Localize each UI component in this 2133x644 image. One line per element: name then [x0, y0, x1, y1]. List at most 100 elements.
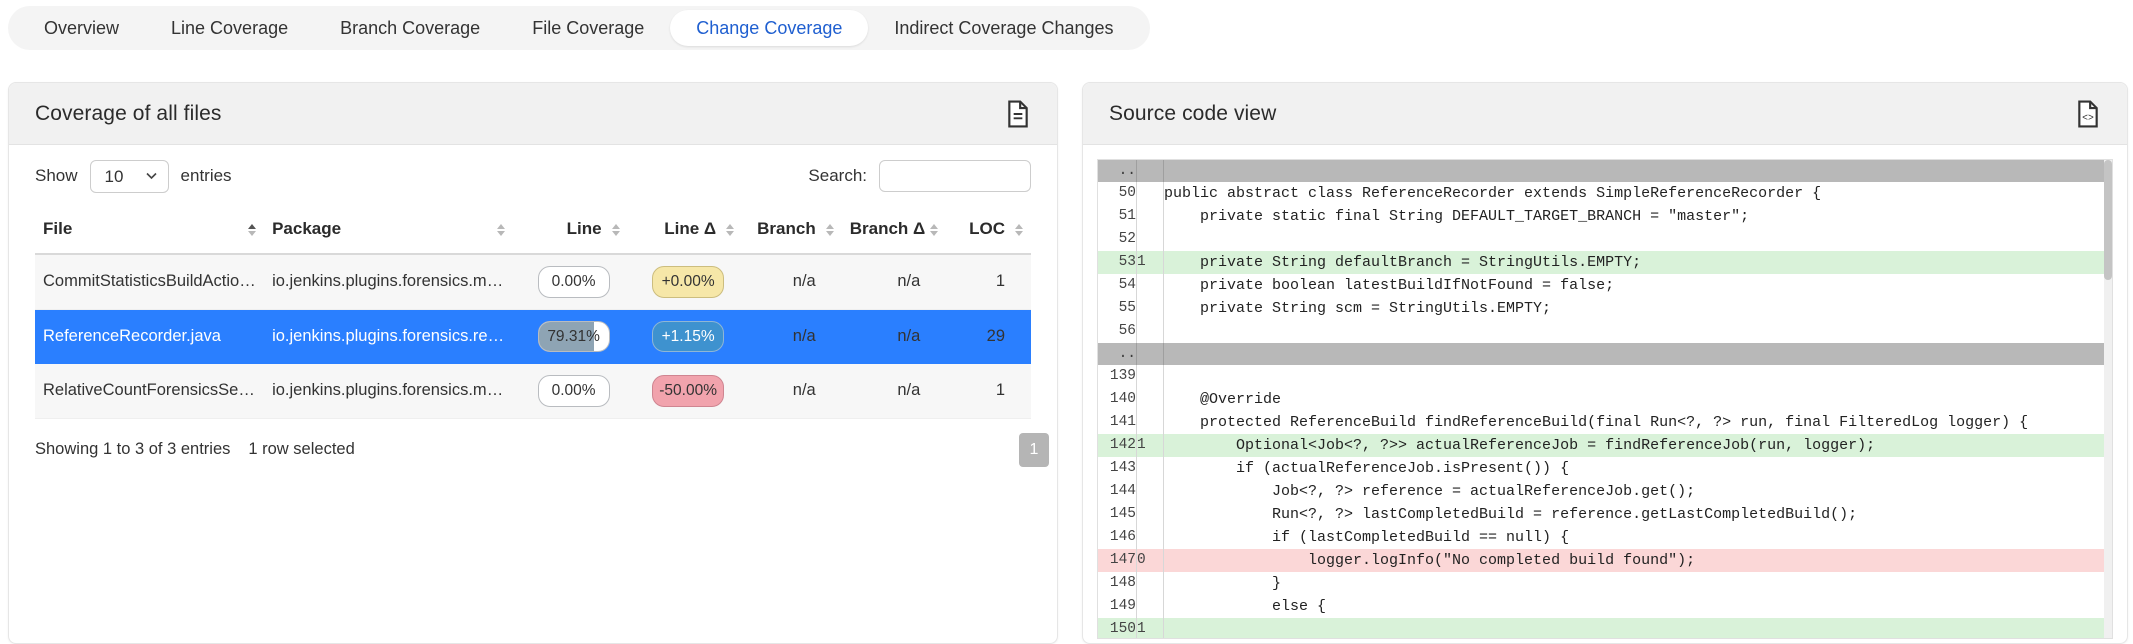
tab-file-coverage[interactable]: File Coverage: [506, 10, 670, 46]
code-line-source: private static final String DEFAULT_TARG…: [1164, 205, 2113, 228]
code-line-hits: [1137, 160, 1164, 182]
line-coverage-value: 79.31%: [547, 328, 600, 345]
line-coverage-pill: 79.31%: [538, 321, 610, 353]
tab-branch-coverage[interactable]: Branch Coverage: [314, 10, 506, 46]
entries-info: Showing 1 to 3 of 3 entries: [35, 440, 230, 459]
source-code-scrollbar[interactable]: [2104, 160, 2112, 638]
code-line-hits: [1137, 595, 1164, 618]
code-line-row: 144 Job<?, ?> reference = actualReferenc…: [1098, 480, 2112, 503]
line-delta-pill: +0.00%: [652, 266, 724, 298]
column-header-loc[interactable]: LOC: [946, 207, 1031, 254]
cell-line-delta: +1.15%: [628, 309, 743, 364]
code-line-hits: [1137, 343, 1164, 365]
table-row[interactable]: CommitStatisticsBuildAction.javaio.jenki…: [35, 254, 1031, 309]
code-line-number: 139: [1098, 365, 1137, 388]
table-row[interactable]: ReferenceRecorder.javaio.jenkins.plugins…: [35, 309, 1031, 364]
code-line-hits: 1: [1137, 618, 1164, 639]
code-line-number: 146: [1098, 526, 1137, 549]
code-line-hits: [1137, 480, 1164, 503]
cell-line-delta: +0.00%: [628, 254, 743, 309]
code-line-row: 54 private boolean latestBuildIfNotFound…: [1098, 274, 2112, 297]
column-header-package[interactable]: Package: [264, 207, 513, 254]
sort-indicator-icon: [930, 224, 938, 236]
code-line-number: 50: [1098, 182, 1137, 205]
tab-change-coverage[interactable]: Change Coverage: [670, 10, 868, 46]
scrollbar-thumb[interactable]: [2104, 160, 2112, 280]
search-input[interactable]: [879, 160, 1031, 192]
code-line-number: 54: [1098, 274, 1137, 297]
code-line-source: private boolean latestBuildIfNotFound = …: [1164, 274, 2113, 297]
source-code-card: Source code view <> ..50public abstract …: [1082, 82, 2128, 644]
document-icon[interactable]: [1005, 99, 1031, 129]
code-line-source: [1164, 343, 2113, 365]
coverage-table-card-header: Coverage of all files: [9, 83, 1057, 145]
code-line-source: protected ReferenceBuild findReferenceBu…: [1164, 411, 2113, 434]
cell-package: io.jenkins.plugins.forensics.miner: [264, 364, 513, 419]
code-line-hits: [1137, 572, 1164, 595]
code-line-hits: [1137, 388, 1164, 411]
line-delta-value: +1.15%: [662, 328, 715, 345]
column-header-line[interactable]: Line Δ: [628, 207, 743, 254]
source-code-title: Source code view: [1109, 102, 1276, 126]
code-line-source: @Override: [1164, 388, 2113, 411]
code-line-row: 149 else {: [1098, 595, 2112, 618]
code-gap-row: ..: [1098, 343, 2112, 365]
pagination-page-1[interactable]: 1: [1019, 433, 1049, 467]
table-header-row: File Package LineLine ΔBranchBranch Δ LOC: [35, 207, 1031, 254]
code-line-number: 56: [1098, 320, 1137, 343]
column-header-branch[interactable]: Branch Δ: [842, 207, 947, 254]
line-delta-pill: -50.00%: [652, 375, 724, 407]
tab-indirect-coverage-changes[interactable]: Indirect Coverage Changes: [868, 10, 1139, 46]
code-line-number: 52: [1098, 228, 1137, 251]
cell-file: CommitStatisticsBuildAction.java: [35, 254, 264, 309]
cell-line-coverage: 79.31%: [513, 309, 628, 364]
code-line-hits: [1137, 205, 1164, 228]
code-line-hits: [1137, 182, 1164, 205]
code-line-row: 143 if (actualReferenceJob.isPresent()) …: [1098, 457, 2112, 480]
code-line-source: [1164, 618, 2113, 639]
tab-line-coverage[interactable]: Line Coverage: [145, 10, 314, 46]
coverage-tabs: OverviewLine CoverageBranch CoverageFile…: [8, 6, 1150, 50]
column-header-line[interactable]: Line: [513, 207, 628, 254]
column-header-label: Package: [272, 219, 341, 238]
code-line-row: 56: [1098, 320, 2112, 343]
tab-overview[interactable]: Overview: [18, 10, 145, 46]
table-row[interactable]: RelativeCountForensicsSeriesBuilder.java…: [35, 364, 1031, 419]
show-label: Show: [35, 166, 78, 186]
code-file-icon[interactable]: <>: [2075, 99, 2101, 129]
code-line-source: [1164, 160, 2113, 182]
column-header-label: LOC: [969, 219, 1005, 238]
page-length-select[interactable]: 102550100: [90, 160, 169, 193]
code-line-row: 139: [1098, 365, 2112, 388]
cell-branch-delta: n/a: [842, 309, 947, 364]
table-footer: Showing 1 to 3 of 3 entries 1 row select…: [35, 419, 1031, 467]
sort-indicator-icon: [248, 224, 256, 236]
code-line-number: ..: [1098, 343, 1137, 365]
code-line-row: 148 }: [1098, 572, 2112, 595]
line-delta-value: +0.00%: [662, 273, 715, 290]
coverage-table: File Package LineLine ΔBranchBranch Δ LOC C…: [35, 207, 1031, 419]
code-line-row: 1501: [1098, 618, 2112, 639]
code-line-hits: 1: [1137, 251, 1164, 274]
code-line-number: 51: [1098, 205, 1137, 228]
line-coverage-pill: 0.00%: [538, 266, 610, 298]
code-line-row: 531 private String defaultBranch = Strin…: [1098, 251, 2112, 274]
column-header-branch[interactable]: Branch: [742, 207, 842, 254]
code-line-hits: [1137, 297, 1164, 320]
sort-indicator-icon: [1015, 224, 1023, 236]
cell-branch-delta: n/a: [842, 254, 947, 309]
coverage-table-card: Coverage of all files Show 102550100: [8, 82, 1058, 644]
cell-file: ReferenceRecorder.java: [35, 309, 264, 364]
cell-branch: n/a: [742, 364, 842, 419]
cell-loc: 1: [946, 254, 1031, 309]
code-line-number: 147: [1098, 549, 1137, 572]
sort-indicator-icon: [612, 224, 620, 236]
code-line-number: 55: [1098, 297, 1137, 320]
code-line-row: 145 Run<?, ?> lastCompletedBuild = refer…: [1098, 503, 2112, 526]
page-title: Coverage of all files: [35, 102, 222, 126]
entries-label: entries: [181, 166, 232, 186]
code-line-source: if (actualReferenceJob.isPresent()) {: [1164, 457, 2113, 480]
column-header-file[interactable]: File: [35, 207, 264, 254]
code-line-row: 51 private static final String DEFAULT_T…: [1098, 205, 2112, 228]
cell-branch: n/a: [742, 309, 842, 364]
